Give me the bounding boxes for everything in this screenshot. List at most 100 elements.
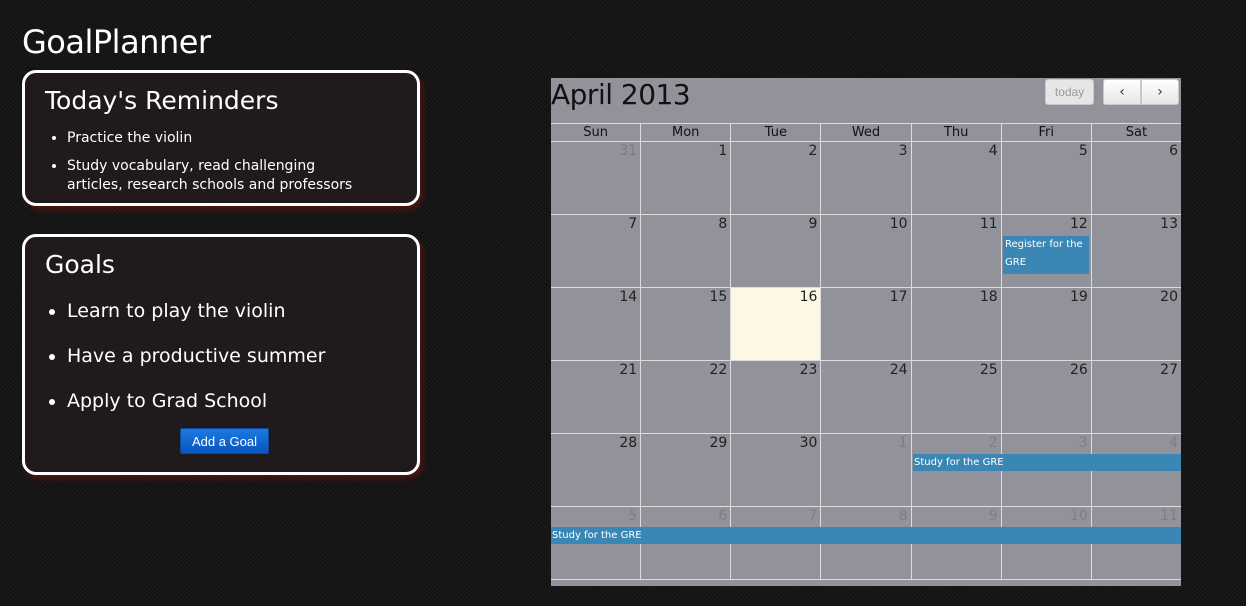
day-number: 29 [709, 435, 728, 451]
calendar-event[interactable]: Study for the GRE [551, 527, 1181, 544]
reminders-panel: Today's Reminders Practice the violin St… [22, 70, 420, 206]
dow-fri: Fri [1002, 124, 1092, 141]
day-number: 27 [1160, 362, 1178, 378]
day-number: 8 [718, 216, 728, 232]
calendar-day[interactable]: 27 [1091, 361, 1181, 434]
prev-month-button[interactable]: ‹ [1103, 79, 1141, 105]
calendar-day[interactable]: 15 [641, 288, 732, 361]
day-number: 5 [628, 508, 638, 524]
calendar-day[interactable]: 11 [911, 215, 1002, 288]
day-of-week-header: Sun Mon Tue Wed Thu Fri Sat [551, 123, 1181, 142]
calendar-day[interactable]: 20 [1091, 288, 1181, 361]
calendar-day[interactable]: 26 [1001, 361, 1092, 434]
day-number: 8 [898, 508, 908, 524]
calendar-day[interactable]: 21 [551, 361, 642, 434]
day-number: 19 [1070, 289, 1088, 305]
calendar-week: 14 15 16 17 18 19 20 [551, 288, 1181, 361]
day-number: 26 [1070, 362, 1088, 378]
calendar-day-today[interactable]: 16 [731, 288, 822, 361]
day-number: 14 [619, 289, 638, 305]
calendar-day[interactable]: 7 [551, 215, 642, 288]
calendar-day[interactable]: 25 [911, 361, 1002, 434]
day-number: 28 [619, 435, 638, 451]
day-number: 3 [1078, 435, 1088, 451]
day-number: 9 [988, 508, 998, 524]
calendar-weeks: 31 1 2 3 4 5 6 7 8 9 10 11 12 13 14 15 16 17 18 19 20 21 22 23 2… [551, 142, 1181, 586]
calendar-grid: Sun Mon Tue Wed Thu Fri Sat 31 1 2 3 4 5 6 7 8 9 1… [551, 123, 1181, 586]
calendar-day[interactable]: 17 [821, 288, 912, 361]
calendar-day[interactable]: 19 [1001, 288, 1092, 361]
goals-list: Learn to play the violin Have a producti… [47, 299, 325, 434]
day-number: 3 [898, 143, 908, 159]
chevron-left-icon: ‹ [1119, 84, 1125, 100]
calendar-day[interactable]: 23 [731, 361, 822, 434]
calendar-day[interactable]: 18 [911, 288, 1002, 361]
dow-thu: Thu [912, 124, 1002, 141]
app-title: GoalPlanner [22, 23, 211, 61]
calendar-day[interactable]: 13 [1091, 215, 1181, 288]
calendar-day[interactable]: 6 [1091, 142, 1181, 215]
day-number: 22 [709, 362, 728, 378]
dow-sun: Sun [551, 124, 642, 141]
day-number: 4 [988, 143, 998, 159]
next-month-button[interactable]: › [1141, 79, 1179, 105]
day-number: 6 [718, 508, 728, 524]
day-number: 31 [619, 143, 638, 159]
day-number: 16 [799, 289, 818, 305]
day-number: 4 [1169, 435, 1178, 451]
reminder-item: Practice the violin [67, 129, 357, 148]
reminders-title: Today's Reminders [45, 86, 279, 115]
goals-panel: Goals Learn to play the violin Have a pr… [22, 234, 420, 475]
day-number: 2 [808, 143, 818, 159]
goal-item: Have a productive summer [67, 344, 325, 368]
calendar-day[interactable]: 29 [641, 434, 732, 507]
dow-mon: Mon [641, 124, 732, 141]
goal-item: Learn to play the violin [67, 299, 325, 323]
calendar-day[interactable]: 2 [731, 142, 822, 215]
reminder-item: Study vocabulary, read challenging artic… [67, 157, 357, 195]
day-number: 2 [988, 435, 998, 451]
day-number: 10 [889, 216, 908, 232]
calendar-day[interactable]: 28 [551, 434, 642, 507]
goal-item: Apply to Grad School [67, 389, 325, 413]
reminders-list: Practice the violin Study vocabulary, re… [47, 129, 357, 204]
calendar-day[interactable]: 5 [1001, 142, 1092, 215]
day-number: 11 [979, 216, 998, 232]
calendar-day[interactable]: 24 [821, 361, 912, 434]
chevron-right-icon: › [1157, 84, 1163, 100]
day-number: 9 [808, 216, 818, 232]
dow-tue: Tue [731, 124, 822, 141]
calendar-day[interactable]: 9 [731, 215, 822, 288]
day-number: 1 [718, 143, 728, 159]
calendar-day[interactable]: 8 [641, 215, 732, 288]
calendar-day[interactable]: 31 [551, 142, 642, 215]
add-goal-button[interactable]: Add a Goal [180, 428, 269, 454]
calendar-day[interactable]: 1 [821, 434, 912, 507]
day-number: 7 [808, 508, 818, 524]
dow-sat: Sat [1125, 125, 1148, 140]
day-number: 17 [889, 289, 908, 305]
calendar: April 2013 today ‹ › Sun Mon Tue Wed Thu… [551, 78, 1181, 586]
today-button[interactable]: today [1045, 79, 1094, 105]
day-number: 25 [979, 362, 998, 378]
day-number: 23 [799, 362, 818, 378]
calendar-day[interactable]: 10 [821, 215, 912, 288]
calendar-day[interactable]: 30 [731, 434, 822, 507]
calendar-day[interactable]: 22 [641, 361, 732, 434]
calendar-day[interactable]: 4 [911, 142, 1002, 215]
goals-title: Goals [45, 250, 115, 279]
day-number: 7 [628, 216, 638, 232]
calendar-title: April 2013 [551, 78, 691, 111]
day-number: 5 [1078, 143, 1088, 159]
day-number: 24 [889, 362, 908, 378]
calendar-day[interactable]: 14 [551, 288, 642, 361]
day-number: 21 [619, 362, 638, 378]
calendar-day[interactable]: 3 [821, 142, 912, 215]
calendar-event[interactable]: Register for the GRE [1003, 236, 1089, 274]
calendar-day[interactable]: 1 [641, 142, 732, 215]
day-number: 15 [709, 289, 728, 305]
calendar-week: 31 1 2 3 4 5 6 [551, 142, 1181, 215]
dow-wed: Wed [821, 124, 912, 141]
calendar-week: 21 22 23 24 25 26 27 [551, 361, 1181, 434]
calendar-event[interactable]: Study for the GRE [913, 454, 1181, 471]
